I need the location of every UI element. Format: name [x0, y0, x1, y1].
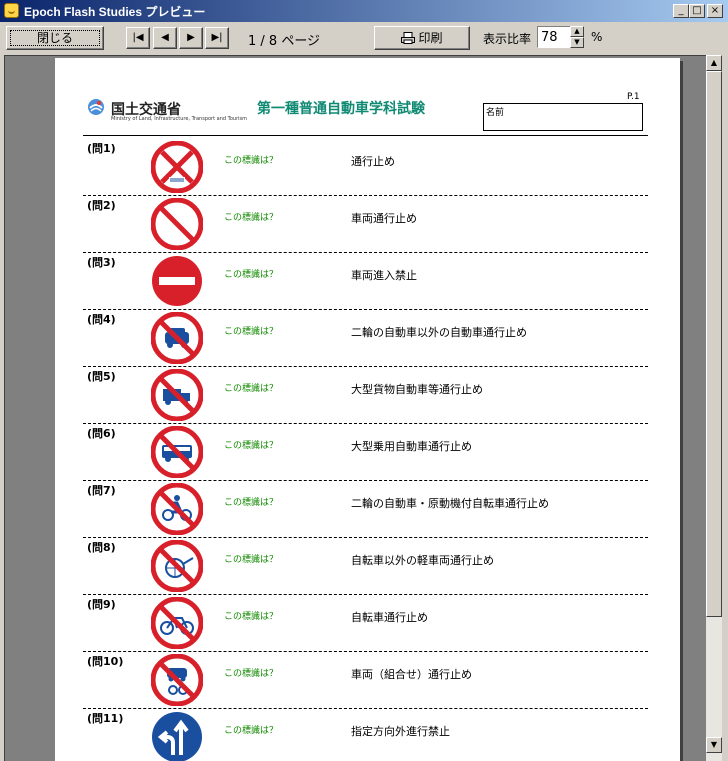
zoom-input[interactable] [537, 26, 571, 48]
name-label: 名前 [486, 108, 505, 118]
question-answer: 二輪の自動車以外の自動車通行止め [351, 326, 527, 339]
question-prompt: この標識は？ [224, 156, 279, 166]
question-number: (問11) [87, 712, 124, 725]
maximize-button[interactable]: □ [689, 4, 705, 18]
question-row: (問8) この標識は？ 自転車以外の軽車両通行止め [83, 537, 648, 595]
question-row: (問5) この標識は？ 大型貨物自動車等通行止め [83, 366, 648, 424]
question-row: (問10) この標識は？ 車両（組合せ）通行止め [83, 651, 648, 709]
question-prompt: この標識は？ [224, 669, 279, 679]
question-answer: 車両進入禁止 [351, 269, 417, 282]
printer-icon [401, 32, 416, 44]
no-buses-sign-icon [151, 426, 203, 478]
ministry-logo-icon [88, 99, 104, 115]
ministry-logo: 国土交通省 Ministry of Land, Infrastructure, … [87, 98, 257, 124]
no-passage-sign-icon [151, 141, 203, 193]
question-number: (問5) [87, 370, 116, 383]
designated-direction-sign-icon [152, 712, 202, 761]
no-motorcycles-sign-icon [151, 483, 203, 535]
zoom-up-arrow-icon[interactable]: ▲ [570, 26, 584, 37]
question-prompt: この標識は？ [224, 213, 279, 223]
no-bicycles-sign-icon [151, 597, 203, 649]
question-prompt: この標識は？ [224, 327, 279, 337]
title-bar: Epoch Flash Studies プレビュー _ □ × [0, 0, 728, 22]
no-cars-sign-icon [151, 312, 203, 364]
question-prompt: この標識は？ [224, 270, 279, 280]
question-row: (問3) この標識は？ 車両進入禁止 [83, 252, 648, 310]
question-answer: 二輪の自動車・原動機付自転車通行止め [351, 497, 549, 510]
question-row: (問4) この標識は？ 二輪の自動車以外の自動車通行止め [83, 309, 648, 367]
question-prompt: この標識は？ [224, 384, 279, 394]
zoom-unit: % [591, 30, 603, 44]
zoom-spinner[interactable]: ▲ ▼ [570, 26, 584, 48]
question-number: (問2) [87, 199, 116, 212]
scroll-up-arrow-icon[interactable]: ▲ [706, 55, 722, 71]
app-icon [4, 3, 19, 18]
print-button[interactable]: 印刷 [374, 26, 470, 50]
minimize-button[interactable]: _ [673, 4, 689, 18]
last-page-button[interactable]: ▶| [205, 27, 229, 49]
question-answer: 自転車通行止め [351, 611, 428, 624]
question-number: (問10) [87, 655, 124, 668]
question-row: (問7) この標識は？ 二輪の自動車・原動機付自転車通行止め [83, 480, 648, 538]
question-row: (問11) この標識は？ 指定方向外進行禁止 [83, 708, 648, 761]
question-number: (問4) [87, 313, 116, 326]
question-number: (問3) [87, 256, 116, 269]
scroll-down-arrow-icon[interactable]: ▼ [706, 737, 722, 753]
zoom-down-arrow-icon[interactable]: ▼ [570, 37, 584, 48]
zoom-label: 表示比率 [483, 32, 532, 46]
question-answer: 車両（組合せ）通行止め [351, 668, 472, 681]
previous-page-button[interactable]: ◀ [153, 27, 177, 49]
close-button[interactable]: 閉じる [6, 26, 104, 50]
no-trucks-sign-icon [151, 369, 203, 421]
ministry-subtitle: Ministry of Land, Infrastructure, Transp… [111, 116, 248, 122]
question-row: (問9) この標識は？ 自転車通行止め [83, 594, 648, 652]
preview-area[interactable]: 国土交通省 Ministry of Land, Infrastructure, … [4, 55, 706, 761]
question-number: (問6) [87, 427, 116, 440]
question-prompt: この標識は？ [224, 498, 279, 508]
question-answer: 車両通行止め [351, 212, 417, 225]
no-vehicles-sign-icon [151, 198, 203, 250]
question-answer: 指定方向外進行禁止 [351, 725, 450, 738]
header-divider [83, 135, 648, 136]
page-label: P.1 [627, 92, 640, 102]
next-page-button[interactable]: ▶ [179, 27, 203, 49]
question-number: (問9) [87, 598, 116, 611]
question-answer: 自転車以外の軽車両通行止め [351, 554, 494, 567]
toolbar: 閉じる |◀ ◀ ▶ ▶| 1 / 8 ページ 印刷 表示比率 ▲ ▼ % [0, 22, 728, 54]
name-box: 名前 [483, 103, 643, 131]
question-prompt: この標識は？ [224, 726, 279, 736]
document-title: 第一種普通自動車学科試験 [257, 101, 425, 117]
first-page-button[interactable]: |◀ [126, 27, 150, 49]
question-row: (問6) この標識は？ 大型乗用自動車通行止め [83, 423, 648, 481]
question-number: (問7) [87, 484, 116, 497]
no-entry-sign-icon [152, 256, 202, 306]
print-label: 印刷 [418, 31, 443, 45]
no-combination-sign-icon [151, 654, 203, 706]
question-prompt: この標識は？ [224, 555, 279, 565]
question-row: (問2) この標識は？ 車両通行止め [83, 195, 648, 253]
question-prompt: この標識は？ [224, 612, 279, 622]
no-light-vehicles-sign-icon [151, 540, 203, 592]
question-answer: 通行止め [351, 155, 395, 168]
document-page: 国土交通省 Ministry of Land, Infrastructure, … [55, 58, 680, 761]
close-window-button[interactable]: × [707, 4, 723, 18]
question-answer: 大型貨物自動車等通行止め [351, 383, 483, 396]
question-number: (問8) [87, 541, 116, 554]
question-row: (問1) この標識は？ 通行止め [83, 138, 648, 196]
question-number: (問1) [87, 142, 116, 155]
window-frame [722, 22, 728, 761]
page-indicator: 1 / 8 ページ [248, 34, 321, 49]
question-prompt: この標識は？ [224, 441, 279, 451]
question-answer: 大型乗用自動車通行止め [351, 440, 472, 453]
scrollbar-thumb[interactable] [706, 71, 722, 617]
vertical-scrollbar[interactable]: ▲ ▼ [706, 55, 722, 761]
window-title: Epoch Flash Studies プレビュー [24, 5, 206, 19]
